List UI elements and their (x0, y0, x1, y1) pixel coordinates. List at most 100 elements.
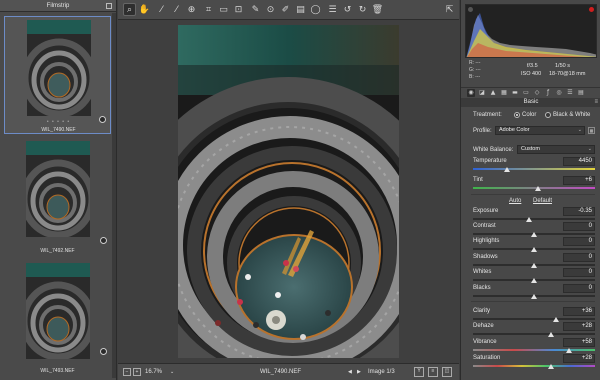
straighten-icon[interactable]: ▭ (217, 3, 230, 16)
thumbnail-rating[interactable]: • • • • • (5, 119, 112, 125)
effects-tab-icon[interactable]: ƒ (544, 89, 552, 97)
profile-dropdown[interactable]: Adobe Color ⌄ (495, 126, 585, 135)
dehaze-value-field[interactable]: +28 (563, 322, 595, 331)
contrast-label: Contrast (473, 223, 496, 229)
before-after-toggle-icon[interactable]: Y (414, 367, 424, 377)
white-balance-icon[interactable]: ⁄ (155, 3, 168, 16)
tint-value-field[interactable]: +6 (563, 176, 595, 185)
exposure-slider[interactable] (473, 218, 595, 220)
radial-filter-icon[interactable]: ◯ (309, 3, 322, 16)
collapse-filmstrip-icon[interactable] (106, 3, 112, 9)
default-button[interactable]: Default (533, 198, 552, 204)
basic-tab-icon[interactable]: ◉ (467, 89, 475, 97)
vibrance-slider[interactable] (473, 349, 595, 351)
main-image[interactable] (178, 25, 399, 358)
contrast-value-field[interactable]: 0 (563, 222, 595, 231)
zoom-dropdown-icon[interactable]: ⌄ (170, 368, 174, 377)
crop-icon[interactable]: ⌗ (202, 3, 215, 16)
thumbnail-image (27, 20, 91, 116)
contrast-slider-handle[interactable] (531, 232, 537, 237)
trash-icon[interactable]: 🗑 (371, 3, 384, 16)
graduated-filter-icon[interactable]: ▤ (294, 3, 307, 16)
rotate-left-icon[interactable]: ↺ (341, 3, 354, 16)
edited-badge-icon (99, 116, 106, 123)
treatment-label: Treatment: (473, 112, 502, 118)
temperature-value-field[interactable]: 4450 (563, 157, 595, 166)
saturation-value-field[interactable]: +28 (563, 354, 595, 363)
hsl-tab-icon[interactable]: ▦ (500, 89, 508, 97)
detail-tab-icon[interactable]: ▲ (489, 89, 497, 97)
next-image-icon[interactable]: ▶ (357, 368, 361, 377)
adjustment-brush-icon[interactable]: ✐ (279, 3, 292, 16)
color-sampler-icon[interactable]: ⁄ (170, 3, 183, 16)
saturation-slider[interactable] (473, 365, 595, 367)
highlights-value-field[interactable]: 0 (563, 237, 595, 246)
zoom-icon[interactable]: ⌕ (123, 3, 136, 16)
calibration-tab-icon[interactable]: ◎ (555, 89, 563, 97)
section-menu-icon[interactable]: ≡ (594, 98, 598, 107)
shadow-clipping-icon[interactable] (468, 7, 473, 12)
clarity-value-field[interactable]: +36 (563, 307, 595, 316)
clarity-slider-handle[interactable] (552, 317, 559, 322)
saturation-slider-handle[interactable] (548, 364, 555, 369)
exposure-value-field[interactable]: -0.35 (563, 207, 595, 216)
snapshots-tab-icon[interactable]: ▤ (577, 89, 585, 97)
thumbnail-image (26, 263, 90, 359)
auto-button[interactable]: Auto (509, 198, 521, 204)
toggle-view-icon[interactable]: ◫ (442, 367, 452, 377)
g-label: G: (469, 67, 475, 73)
shadows-value-field[interactable]: 0 (563, 253, 595, 262)
blacks-value-field[interactable]: 0 (563, 284, 595, 293)
preferences-icon[interactable]: ☰ (326, 3, 339, 16)
red-eye-icon[interactable]: ⊙ (264, 3, 277, 16)
targeted-adjustment-icon[interactable]: ⊕ (185, 3, 198, 16)
split-toning-tab-icon[interactable]: ▬ (511, 89, 519, 97)
iso: ISO 400 (521, 71, 542, 77)
dehaze-label: Dehaze (473, 323, 494, 329)
filmstrip-thumbnail[interactable]: WIL_7493.NEF (4, 260, 111, 378)
highlight-clipping-icon[interactable] (589, 7, 594, 12)
zoom-level[interactable]: 16.7% (145, 368, 162, 377)
filmstrip-thumbnail[interactable]: WIL_7492.NEF (4, 138, 111, 256)
full-screen-icon[interactable]: ⇱ (443, 3, 456, 16)
transform-tab-icon[interactable]: ◇ (533, 89, 541, 97)
vibrance-slider-handle[interactable] (566, 348, 573, 353)
tone-curve-tab-icon[interactable]: ◪ (478, 89, 486, 97)
filmstrip-scrollbar[interactable] (112, 13, 116, 378)
dehaze-slider-handle[interactable] (548, 332, 555, 337)
rotate-right-icon[interactable]: ↻ (356, 3, 369, 16)
presets-tab-icon[interactable]: ☰ (566, 89, 574, 97)
image-counter: Image 1/3 (368, 369, 395, 375)
exposure-slider-handle[interactable] (526, 217, 533, 222)
clarity-slider[interactable] (473, 318, 595, 320)
lens: 18-70@18 mm (549, 71, 586, 77)
filmstrip-thumbnail[interactable]: • • • • • WIL_7490.NEF (4, 16, 111, 134)
temperature-slider-handle[interactable] (504, 167, 511, 172)
thumbnail-filename: WIL_7490.NEF (41, 127, 76, 133)
spot-removal-icon[interactable]: ✎ (249, 3, 262, 16)
dehaze-slider[interactable] (473, 333, 595, 335)
treatment-color-radio[interactable] (514, 112, 520, 118)
highlights-slider-handle[interactable] (531, 247, 537, 252)
treatment-bw-radio[interactable] (545, 112, 551, 118)
vibrance-value-field[interactable]: +58 (563, 338, 595, 347)
blacks-slider-handle[interactable] (531, 294, 537, 299)
zoom-in-icon[interactable]: + (133, 368, 141, 376)
r-label: R: (469, 60, 474, 66)
profile-browser-icon[interactable]: ▦ (588, 127, 595, 134)
zoom-out-icon[interactable]: − (123, 368, 131, 376)
tint-slider-handle[interactable] (534, 186, 541, 191)
previous-image-icon[interactable]: ◀ (348, 368, 352, 377)
swap-settings-icon[interactable]: ≡ (428, 367, 438, 377)
aperture: f/3.5 (527, 63, 538, 69)
whites-value-field[interactable]: 0 (563, 268, 595, 277)
image-preview-area: ⌕ ✋ ⁄ ⁄ ⊕ ⌗ ▭ ⊡ ✎ ⊙ ✐ ▤ ◯ ☰ ↺ ↻ 🗑 ⇱ − + … (118, 0, 459, 380)
shadows-slider-handle[interactable] (531, 263, 537, 268)
transform-icon[interactable]: ⊡ (232, 3, 245, 16)
lens-tab-icon[interactable]: ▭ (522, 89, 530, 97)
hand-icon[interactable]: ✋ (138, 3, 151, 16)
exposure-label: Exposure (473, 208, 499, 214)
temperature-slider[interactable] (473, 168, 595, 170)
whites-slider-handle[interactable] (531, 278, 537, 283)
white-balance-dropdown[interactable]: Custom ⌄ (517, 145, 595, 154)
